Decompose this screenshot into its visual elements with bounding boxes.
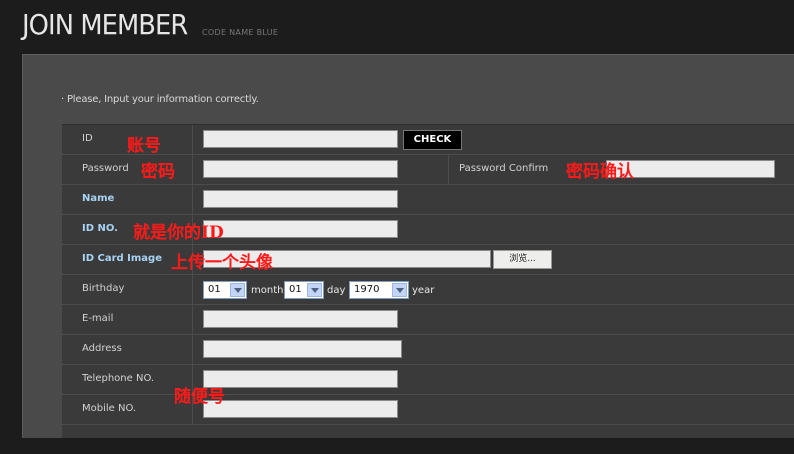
form-row-telephone: Telephone NO.: [62, 365, 794, 395]
birth-year-select[interactable]: 1970: [349, 281, 409, 299]
browse-button[interactable]: 浏览...: [493, 250, 552, 269]
form-row-email: E-mail: [62, 305, 794, 335]
form-notice: · Please, Input your information correct…: [61, 94, 259, 105]
form-row-name: Name: [62, 185, 794, 215]
name-input[interactable]: [203, 190, 398, 208]
annotation-id-card-image: 上传一个头像: [171, 253, 273, 273]
label-cell: Birthday: [62, 275, 193, 304]
birth-year-value: 1970: [354, 284, 380, 295]
birth-day-select[interactable]: 01: [284, 281, 324, 299]
birth-month-value: 01: [208, 284, 221, 295]
page-header: JOIN MEMBER CODE NAME BLUE: [0, 0, 794, 54]
mobile-input[interactable]: [203, 400, 398, 418]
label-cell: Name: [62, 185, 193, 214]
birth-day-value: 01: [289, 284, 302, 295]
chevron-down-icon[interactable]: [307, 283, 322, 297]
id-input[interactable]: [203, 130, 398, 148]
form-row-mobile: Mobile NO.: [62, 395, 794, 425]
password-confirm-label: Password Confirm: [459, 163, 549, 174]
birth-month-select[interactable]: 01: [203, 281, 247, 299]
month-unit-label: month: [251, 285, 284, 296]
annotation-id: 账号: [127, 136, 161, 156]
password-label: Password: [82, 163, 129, 174]
chevron-down-icon[interactable]: [392, 283, 407, 297]
annotation-telephone: 随便号: [174, 387, 225, 407]
day-unit-label: day: [327, 285, 346, 296]
name-label: Name: [82, 193, 115, 204]
id-no-input[interactable]: [203, 220, 398, 238]
annotation-password-confirm: 密码确认: [566, 162, 634, 182]
year-unit-label: year: [412, 285, 435, 296]
form-row-id: ID CHECK: [62, 125, 794, 155]
label-cell: E-mail: [62, 305, 193, 334]
page-subtitle: CODE NAME BLUE: [202, 28, 279, 37]
telephone-label: Telephone NO.: [82, 373, 155, 384]
id-card-image-label: ID Card Image: [82, 253, 162, 264]
divider: [448, 155, 449, 184]
form-row-blank: [62, 425, 794, 454]
email-label: E-mail: [82, 313, 114, 324]
password-input[interactable]: [203, 160, 398, 178]
address-label: Address: [82, 343, 122, 354]
email-input[interactable]: [203, 310, 398, 328]
telephone-input[interactable]: [203, 370, 398, 388]
mobile-label: Mobile NO.: [82, 403, 137, 414]
chevron-down-icon[interactable]: [230, 283, 245, 297]
annotation-password: 密码: [141, 162, 175, 182]
form-row-birthday: Birthday 01 month 01 day 1970 year: [62, 275, 794, 305]
form-row-address: Address: [62, 335, 794, 365]
annotation-id-no: 就是你的ID: [133, 223, 224, 243]
check-button[interactable]: CHECK: [403, 130, 462, 150]
page-title: JOIN MEMBER: [22, 8, 188, 41]
id-no-label: ID NO.: [82, 223, 118, 234]
label-cell: [62, 425, 192, 454]
birthday-label: Birthday: [82, 283, 125, 294]
id-label: ID: [82, 133, 93, 144]
label-cell: Address: [62, 335, 193, 364]
address-input[interactable]: [203, 340, 402, 358]
